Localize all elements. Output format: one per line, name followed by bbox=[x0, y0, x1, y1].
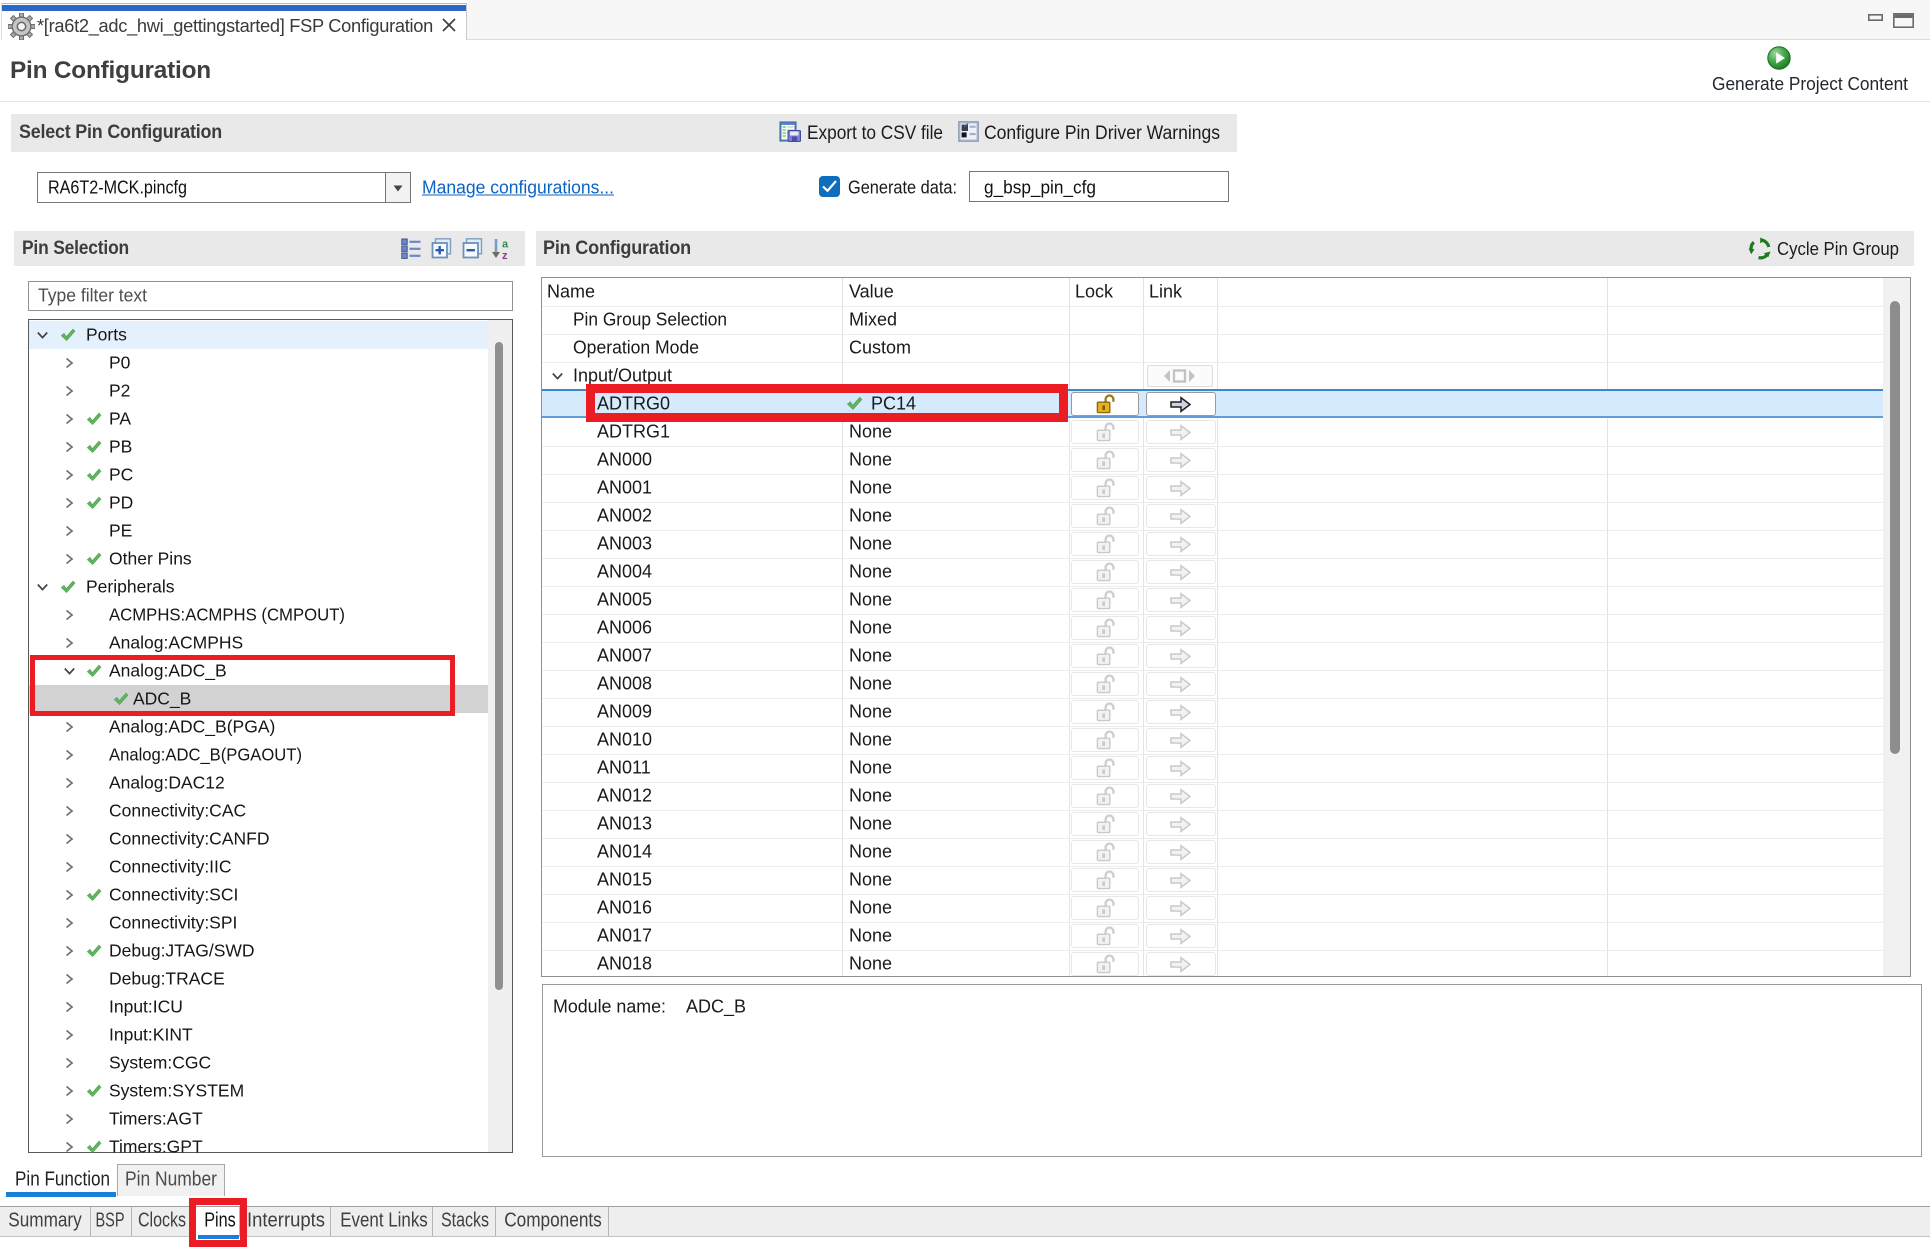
svg-text:a: a bbox=[502, 239, 509, 251]
svg-text:z: z bbox=[502, 250, 508, 260]
